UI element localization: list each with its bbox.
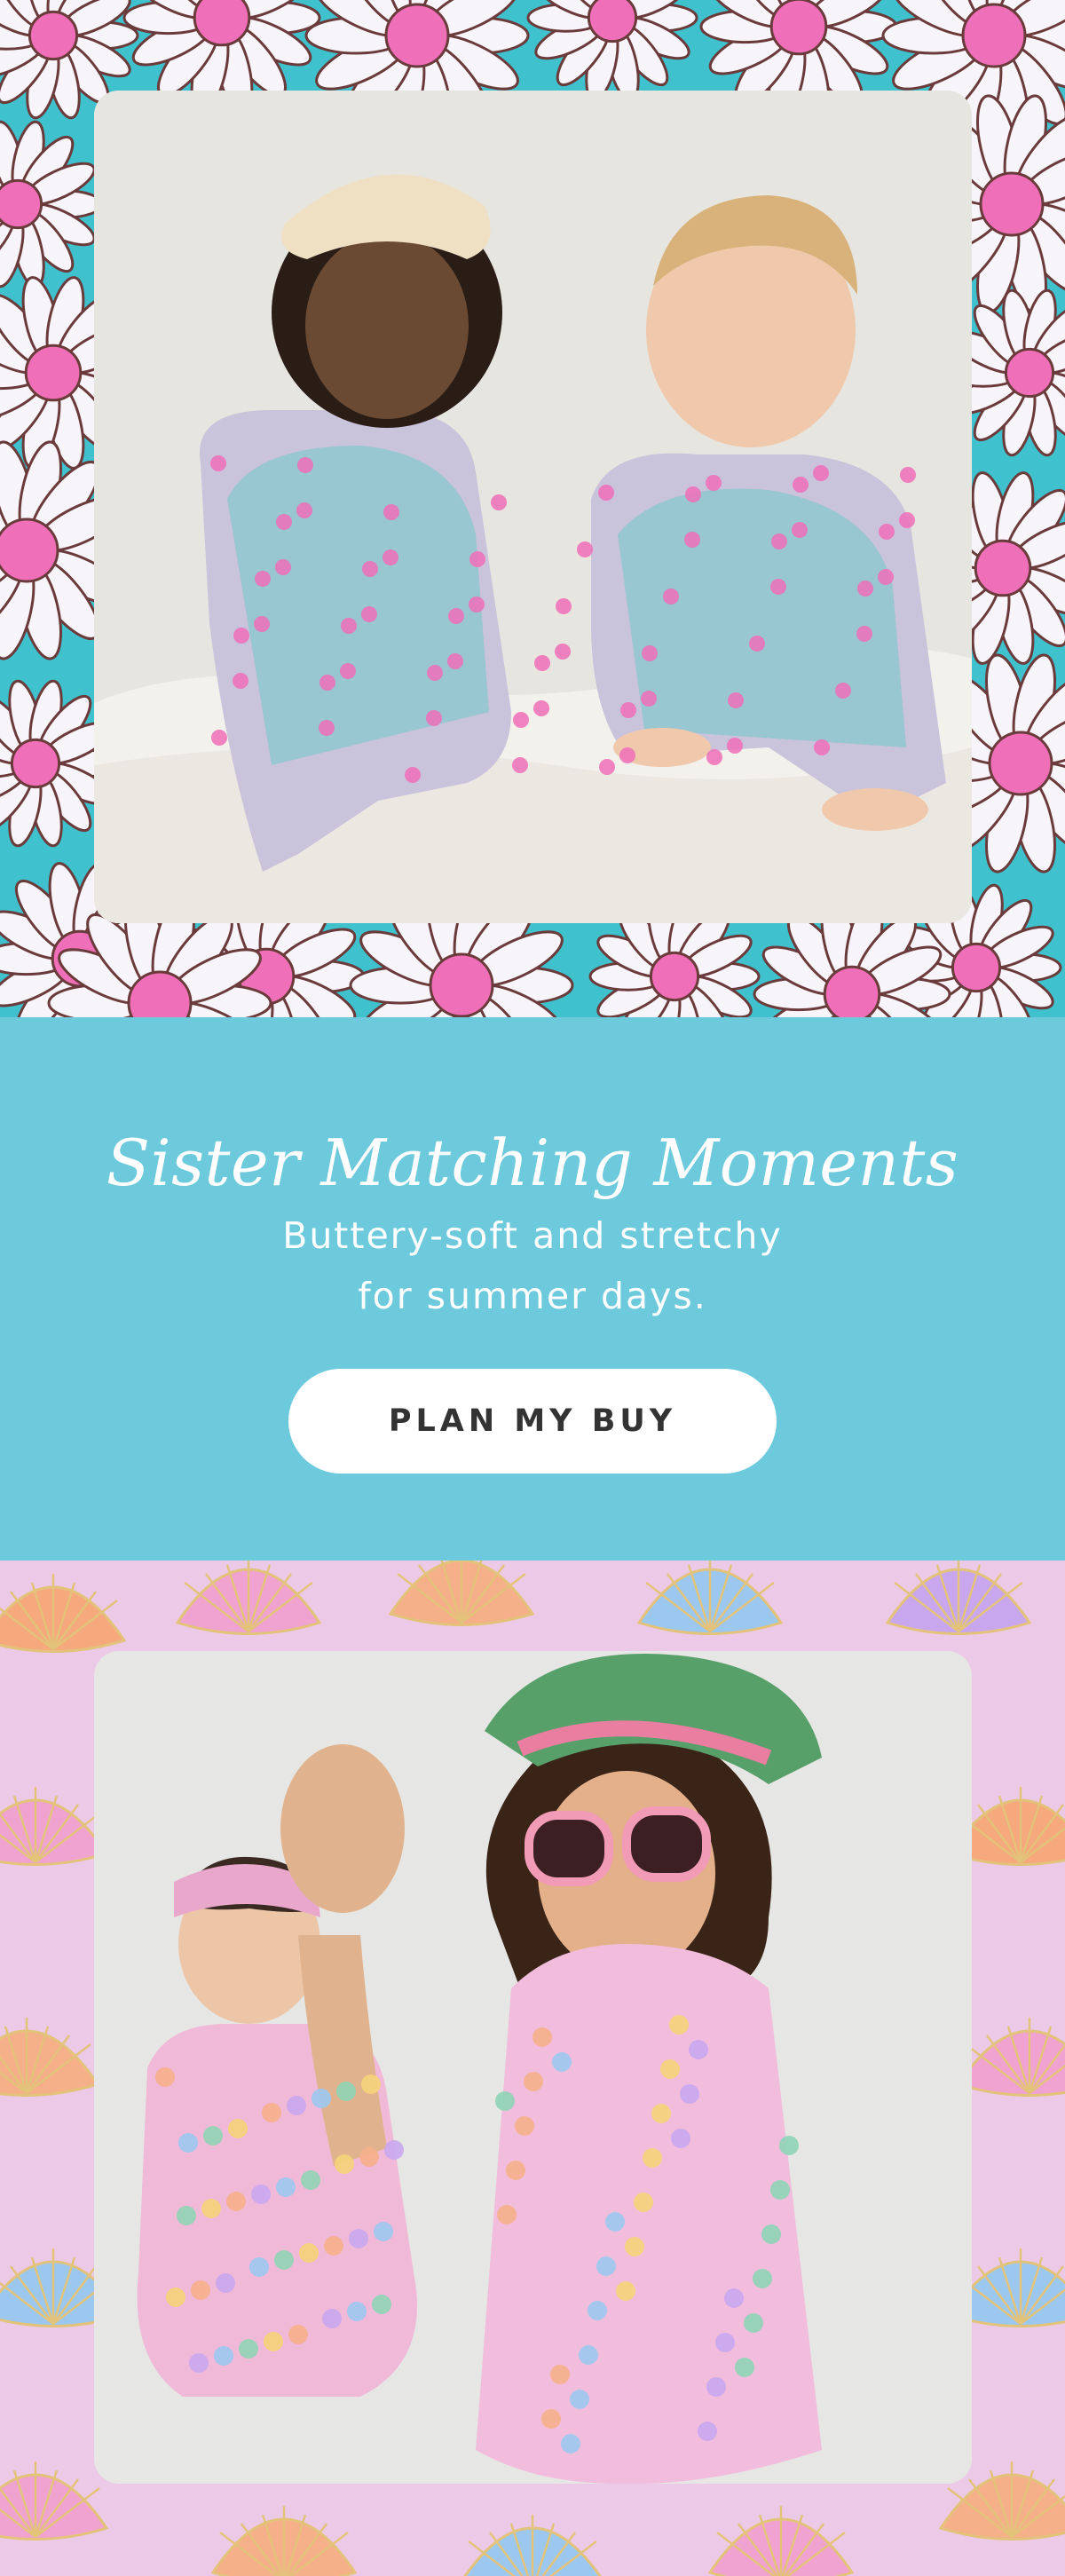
subtext-line-2: for summer days. <box>358 1275 707 1317</box>
plan-my-buy-button[interactable]: PLAN MY BUY <box>288 1369 777 1474</box>
bottom-photo <box>94 1651 972 2484</box>
children-pajamas-photo <box>94 91 972 923</box>
top-photo <box>94 91 972 923</box>
top-daisy-banner <box>0 0 1065 1017</box>
bottom-shell-banner <box>0 1561 1065 2576</box>
girls-seashell-dresses-photo <box>94 1651 972 2484</box>
headline: Sister Matching Moments <box>106 1126 959 1200</box>
promo-text-section: Sister Matching Moments Buttery-soft and… <box>0 1017 1065 1561</box>
subtext: Buttery-soft and stretchy for summer day… <box>0 1205 1065 1326</box>
subtext-line-1: Buttery-soft and stretchy <box>282 1214 783 1257</box>
